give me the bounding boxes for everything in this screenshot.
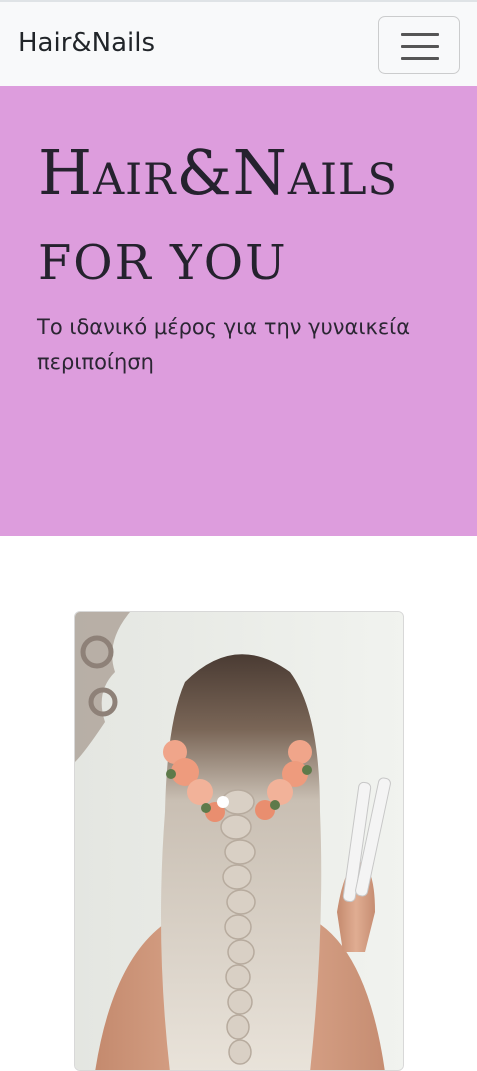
hero-jumbotron: Hair&Nails FOR YOU Το ιδανικό μέρος για … bbox=[0, 86, 477, 536]
hero-subtitle: FOR YOU bbox=[38, 235, 288, 291]
hero-lead-text: Το ιδανικό μέρος για την γυναικεία περιπ… bbox=[37, 315, 411, 374]
hero-title: Hair&Nails bbox=[38, 136, 398, 209]
hairstyle-photo bbox=[75, 612, 403, 1070]
navbar: Hair&Nails bbox=[0, 0, 477, 86]
navbar-brand[interactable]: Hair&Nails bbox=[18, 28, 155, 58]
hamburger-menu-icon bbox=[401, 33, 439, 60]
navbar-toggler-button[interactable] bbox=[378, 16, 460, 74]
hairstyle-card bbox=[74, 611, 404, 1071]
